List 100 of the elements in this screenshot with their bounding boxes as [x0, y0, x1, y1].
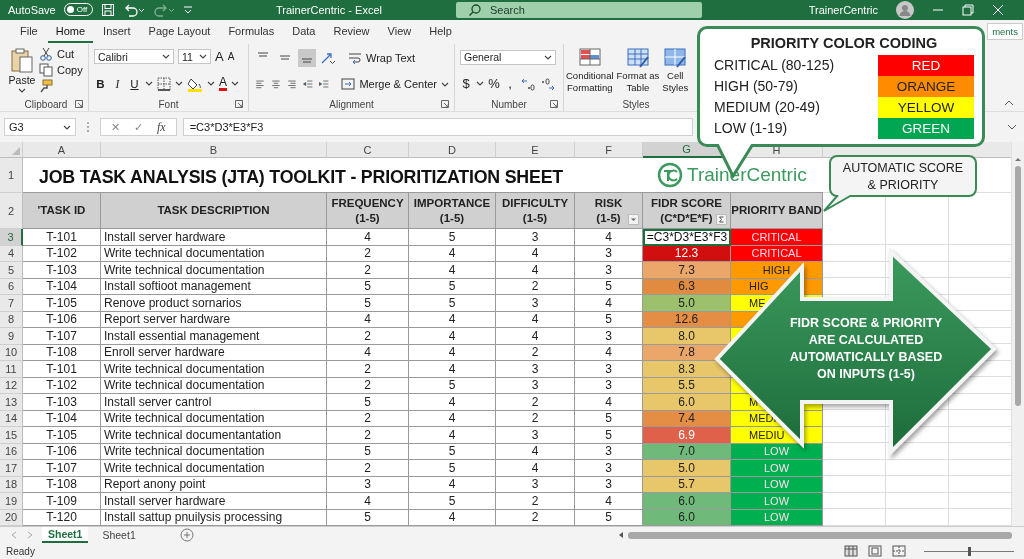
table-cell: 4 — [327, 344, 409, 362]
format-button[interactable]: U — [128, 77, 141, 90]
table-cell: 3 — [496, 295, 575, 312]
ribbon-tab[interactable]: Home — [47, 20, 94, 44]
row-header[interactable]: 13 — [0, 394, 23, 411]
table-cell: Write technical documentation — [101, 443, 327, 461]
row-header[interactable]: 2 — [0, 193, 23, 230]
table-cell: 4 — [496, 262, 575, 279]
table-cell: 3 — [496, 427, 575, 444]
shrink-font-button[interactable]: A — [227, 51, 235, 63]
table-cell: 4 — [409, 361, 496, 378]
column-header[interactable]: A — [23, 142, 101, 159]
formula-cell[interactable]: =C3*D3*E3*F3 — [643, 229, 731, 246]
table-cell: 2 — [496, 278, 575, 296]
row-header[interactable]: 5 — [0, 262, 23, 279]
wrap-text-button[interactable]: Wrap Text — [348, 50, 416, 65]
merge-center-button[interactable]: Merge & Center — [341, 77, 450, 92]
table-cell: 2 — [327, 460, 409, 477]
number-format-button[interactable]: $ — [460, 76, 472, 92]
search-field[interactable]: Search — [456, 1, 702, 18]
font-color-button[interactable]: A — [219, 76, 227, 92]
group-label: Alignment — [329, 98, 374, 110]
cancel-button[interactable]: ✕ — [111, 120, 120, 134]
ribbon-tab[interactable]: Data — [284, 20, 324, 44]
table-cell: 5 — [409, 295, 496, 312]
cut-button[interactable]: Cut — [39, 46, 75, 61]
table-cell: T-107 — [23, 328, 101, 345]
table-cell: 4 — [409, 344, 496, 362]
name-box[interactable]: G3 — [4, 118, 76, 137]
ribbon-tab[interactable]: Review — [325, 20, 378, 44]
paste-button[interactable]: Paste — [9, 46, 35, 94]
table-cell: 2 — [327, 427, 409, 444]
legend-label: MEDIUM (20-49) — [714, 98, 821, 117]
format-button[interactable]: B — [94, 77, 107, 90]
table-cell: 5 — [409, 377, 496, 395]
table-cell: Install server hardware — [101, 493, 327, 510]
ribbon-tab[interactable]: Page Layout — [140, 20, 219, 44]
table-cell: CRITICAL — [731, 229, 823, 246]
table-cell: T-108 — [23, 344, 101, 362]
row-header[interactable]: 3 — [0, 229, 23, 246]
sheet-tab[interactable]: Sheet1 — [96, 528, 142, 543]
column-header[interactable]: C — [327, 142, 409, 159]
table-cell: LOW — [731, 493, 823, 510]
row-header[interactable]: 1 — [0, 158, 23, 194]
ribbon-tab[interactable]: Insert — [95, 20, 139, 44]
table-cell: 3 — [496, 361, 575, 378]
comments-button[interactable]: ments — [987, 23, 1023, 41]
table-cell: 5 — [409, 443, 496, 461]
table-cell: 4 — [496, 460, 575, 477]
legend-title: PRIORITY COLOR CODING — [749, 35, 939, 51]
insert-function-button[interactable]: fx — [157, 119, 166, 135]
status-text: Ready — [6, 545, 35, 557]
column-header[interactable]: F — [575, 142, 643, 159]
enter-button[interactable]: ✓ — [134, 120, 143, 134]
format-button[interactable]: I — [111, 77, 124, 90]
row-header[interactable]: 15 — [0, 427, 23, 444]
table-cell: 6.0 — [643, 493, 731, 510]
table-cell: 2 — [327, 361, 409, 378]
table-cell: T-103 — [23, 262, 101, 279]
ribbon-tab[interactable]: Formulas — [220, 20, 283, 44]
ribbon-tab[interactable]: File — [12, 20, 46, 44]
color-swatch: GREEN — [878, 118, 974, 139]
table-cell: 3 — [327, 476, 409, 494]
row-header[interactable]: 9 — [0, 328, 23, 345]
column-header[interactable]: E — [496, 142, 575, 159]
ribbon-tab[interactable]: Help — [421, 20, 460, 44]
number-format-button[interactable]: % — [488, 76, 500, 92]
number-format-button[interactable]: , — [504, 76, 516, 92]
font-size-dropdown[interactable]: 11 — [178, 49, 211, 65]
copy-button[interactable]: Copy — [39, 62, 83, 77]
number-format-dropdown[interactable]: General — [460, 49, 556, 65]
row-header[interactable]: 17 — [0, 460, 23, 477]
sheet-title: JOB TASK ANALYSIS (JTA) TOOLKIT - PRIORITIZATION SHEET — [39, 167, 563, 189]
sheet-tab[interactable]: Sheet1 — [42, 527, 89, 544]
table-cell: 5 — [327, 295, 409, 312]
ribbon-tab[interactable]: View — [379, 20, 420, 44]
table-cell: Report server hardware — [101, 311, 327, 329]
styles-button[interactable]: Format as Table — [616, 46, 660, 98]
table-cell: 2 — [327, 410, 409, 428]
grow-font-button[interactable]: A — [215, 49, 224, 65]
table-cell: 2 — [496, 394, 575, 411]
table-cell: 3 — [496, 377, 575, 395]
table-cell: 4 — [409, 328, 496, 345]
formula-field[interactable]: =C3*D3*E3*F3 — [182, 118, 693, 137]
color-swatch: ORANGE — [878, 76, 974, 97]
styles-button[interactable]: Conditional Formatting — [566, 46, 614, 98]
table-cell: 2 — [327, 328, 409, 345]
column-header[interactable]: D — [409, 142, 496, 159]
row-header[interactable]: 19 — [0, 493, 23, 510]
styles-button[interactable]: Cell Styles — [662, 46, 689, 98]
table-cell: T-105 — [23, 427, 101, 444]
column-header[interactable]: B — [101, 142, 327, 159]
table-cell: 4 — [496, 443, 575, 461]
row-header[interactable]: 11 — [0, 361, 23, 378]
table-cell: 4 — [409, 394, 496, 411]
table-cell: 4 — [409, 311, 496, 329]
table-cell: T-104 — [23, 278, 101, 296]
group-label: Styles — [622, 98, 650, 110]
row-header[interactable]: 7 — [0, 295, 23, 312]
font-name-dropdown[interactable]: Calibri — [94, 49, 174, 65]
